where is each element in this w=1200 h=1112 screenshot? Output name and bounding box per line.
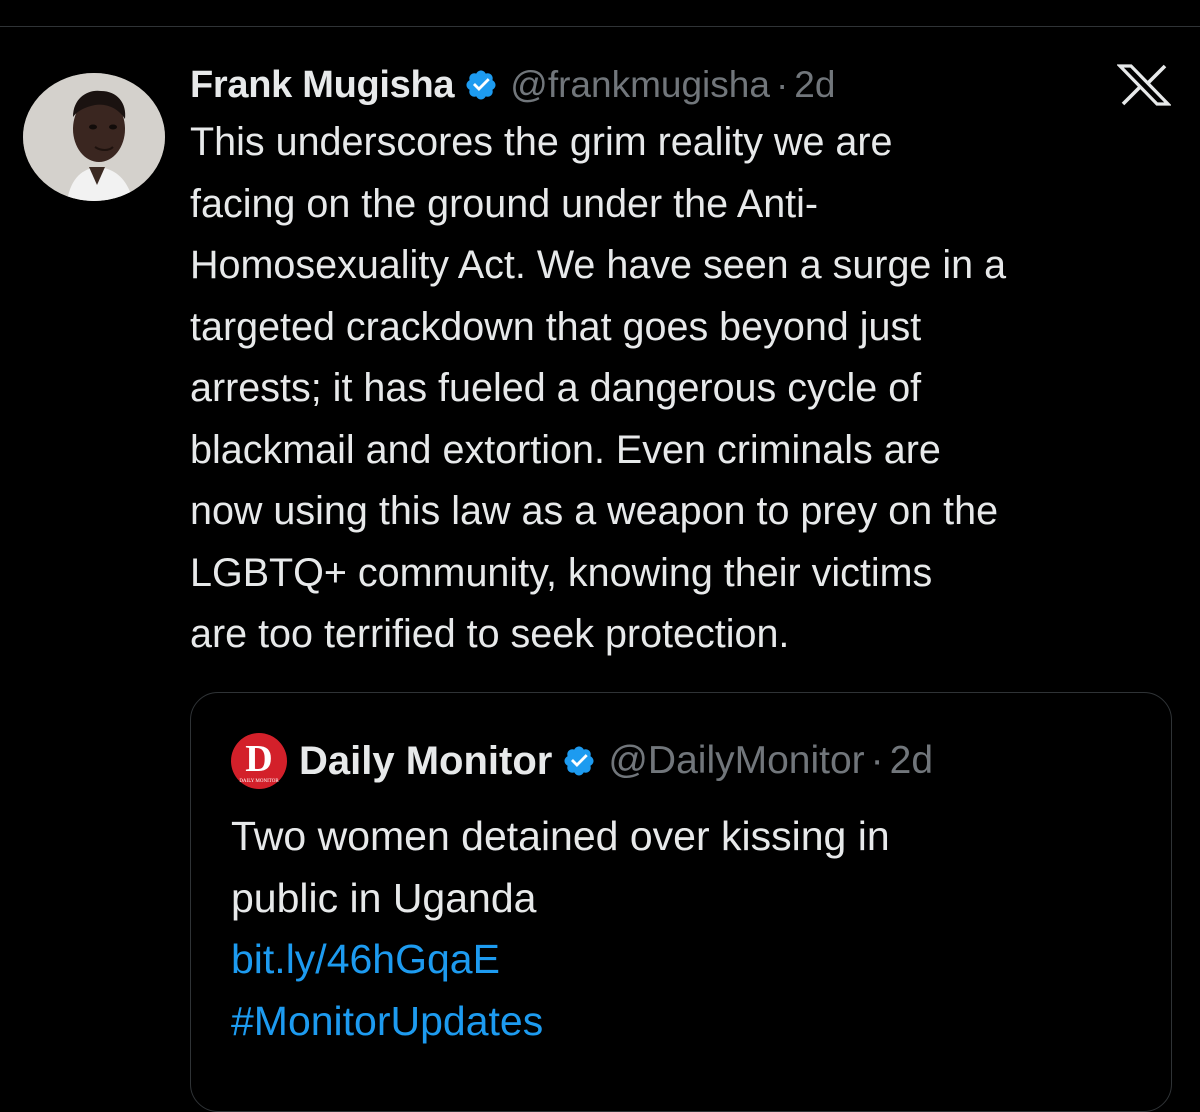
separator-dot: · bbox=[870, 739, 884, 782]
logo-letter: D bbox=[245, 738, 272, 780]
quoted-tweet-link[interactable]: bit.ly/46hGqaE bbox=[231, 929, 1131, 991]
quoted-tweet-text: Two women detained over kissing in publi… bbox=[231, 813, 890, 921]
author-name[interactable]: Frank Mugisha bbox=[190, 64, 455, 107]
x-logo-icon bbox=[1116, 64, 1172, 106]
verified-badge-icon bbox=[562, 744, 596, 778]
tweet-text: This underscores the grim reality we are… bbox=[190, 120, 1007, 656]
quoted-tweet-card[interactable]: D DAILY MONITOR Daily Monitor @DailyMoni… bbox=[190, 692, 1172, 1112]
quoted-tweet-time[interactable]: 2d bbox=[890, 739, 933, 783]
author-handle[interactable]: @frankmugisha bbox=[510, 64, 770, 106]
quoted-tweet-hashtag[interactable]: #MonitorUpdates bbox=[231, 991, 1131, 1053]
top-divider bbox=[0, 26, 1200, 27]
separator-dot: · bbox=[775, 64, 789, 105]
tweet-time[interactable]: 2d bbox=[794, 64, 835, 106]
quoted-tweet-header: D DAILY MONITOR Daily Monitor @DailyMoni… bbox=[231, 731, 933, 791]
daily-monitor-logo-icon: D DAILY MONITOR bbox=[231, 733, 287, 789]
tweet: Frank Mugisha @frankmugisha · 2d This un… bbox=[190, 58, 1180, 666]
tweet-header: Frank Mugisha @frankmugisha · 2d bbox=[190, 58, 1180, 112]
author-avatar[interactable] bbox=[23, 73, 165, 201]
logo-caption: DAILY MONITOR bbox=[239, 779, 279, 784]
verified-badge-icon bbox=[464, 68, 498, 102]
quoted-author-name[interactable]: Daily Monitor bbox=[299, 739, 552, 784]
quoted-author-handle[interactable]: @DailyMonitor bbox=[608, 739, 864, 783]
quoted-tweet-body: Two women detained over kissing in publi… bbox=[231, 806, 1131, 1052]
